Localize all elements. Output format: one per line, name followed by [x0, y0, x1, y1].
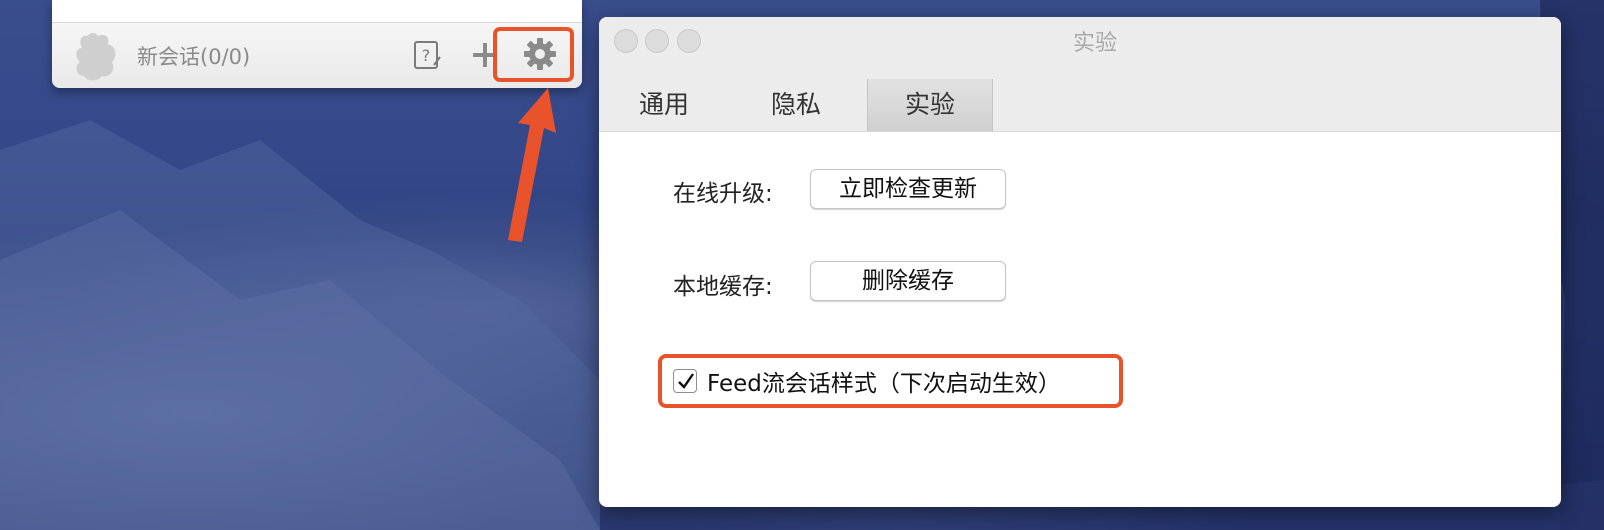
svg-text:?: ?: [422, 46, 431, 65]
titlebar: 实验 通用 隐私 实验: [599, 17, 1561, 132]
clear-cache-button[interactable]: 删除缓存: [810, 261, 1006, 301]
window-title: 实验: [1072, 31, 1117, 56]
local-cache-label: 本地缓存:: [673, 274, 773, 300]
feed-highlight-box: [658, 354, 1123, 408]
session-label: 新会话(0/0): [137, 45, 251, 69]
chat-list-area: [52, 0, 582, 23]
tab-experimental[interactable]: 实验: [867, 79, 993, 131]
avatar-icon[interactable]: [72, 30, 128, 82]
check-update-button[interactable]: 立即检查更新: [810, 169, 1006, 209]
tab-privacy[interactable]: 隐私: [729, 79, 863, 131]
preferences-window: 实验 通用 隐私 实验 在线升级: 立即检查更新 本地缓存: 删除缓存 Feed…: [599, 17, 1561, 507]
gear-highlight-box: [493, 27, 574, 82]
online-upgrade-label: 在线升级:: [673, 181, 773, 207]
help-icon[interactable]: ?: [412, 39, 442, 71]
tab-general[interactable]: 通用: [599, 79, 729, 131]
